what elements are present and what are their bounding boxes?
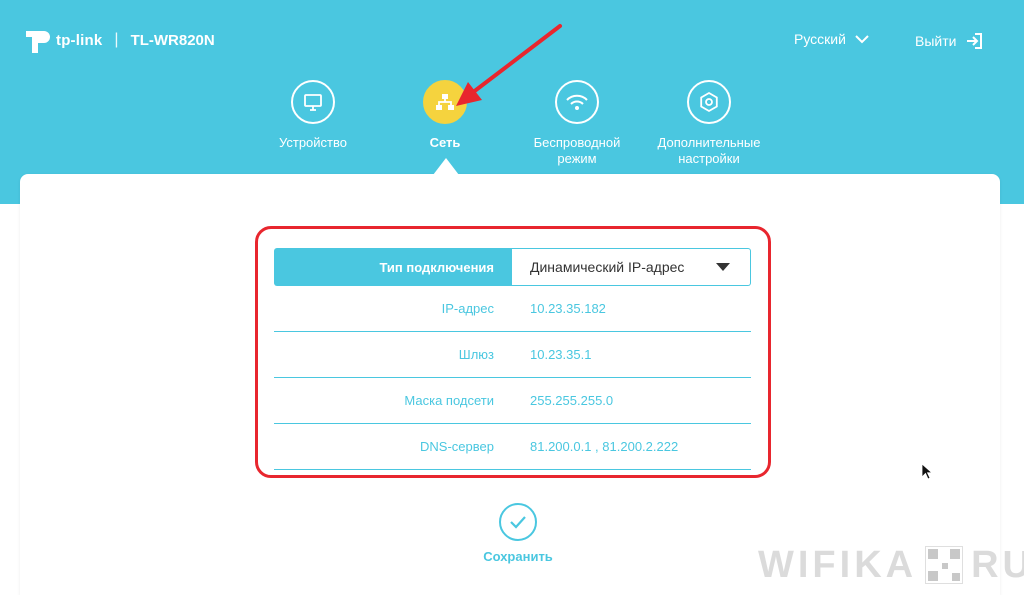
watermark-text-right: RU: [971, 543, 1024, 586]
watermark: WIFIKA RU: [758, 543, 1024, 586]
qr-code-icon: [925, 546, 964, 584]
annotation-arrow: [456, 24, 562, 106]
mouse-cursor-icon: [921, 463, 933, 480]
watermark-text-left: WIFIKA: [758, 543, 918, 586]
